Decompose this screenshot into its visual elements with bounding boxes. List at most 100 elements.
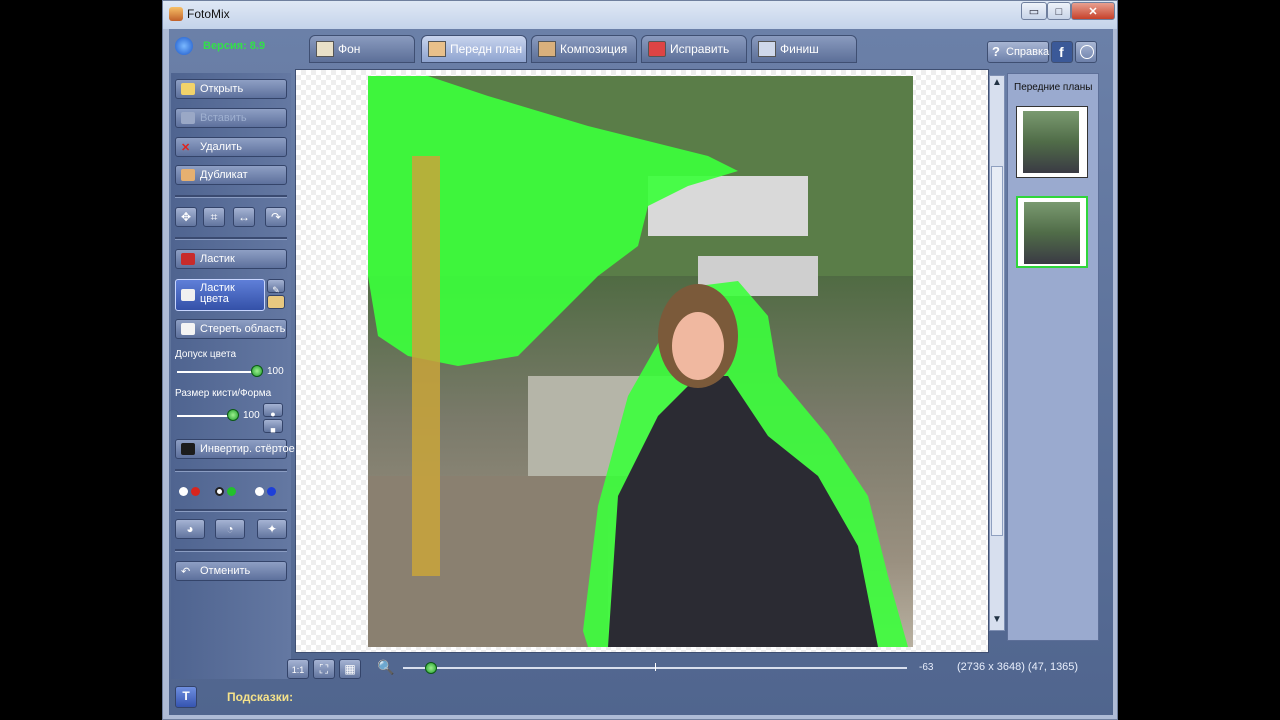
eraser-icon — [181, 253, 195, 265]
color-wheel-button-2[interactable]: ◔ — [215, 519, 245, 539]
image-canvas[interactable] — [295, 69, 989, 653]
paste-icon — [181, 112, 195, 124]
web-button[interactable] — [1075, 41, 1097, 63]
question-icon: ? — [992, 44, 1000, 59]
brush-size-label: Размер кисти/Форма — [175, 388, 272, 399]
vertical-scrollbar[interactable]: ▲ ▼ — [989, 75, 1005, 631]
eraser-button[interactable]: Ластик — [175, 249, 287, 269]
open-button[interactable]: Открыть — [175, 79, 287, 99]
radio-blue-icon[interactable] — [255, 487, 264, 496]
picker-mode-button[interactable]: ✎ — [267, 279, 285, 295]
facebook-button[interactable]: f — [1051, 41, 1073, 63]
divider — [175, 549, 287, 552]
flip-tool-button[interactable]: ↔ — [233, 207, 255, 227]
scroll-up-icon[interactable]: ▲ — [991, 77, 1003, 91]
version-icon — [175, 37, 193, 55]
tab-label: Исправить — [670, 42, 730, 56]
tab-foreground[interactable]: Передн план — [421, 35, 527, 63]
tolerance-value: 100 — [267, 366, 284, 377]
divider — [175, 195, 287, 198]
color-wheel-icon: ◕ — [186, 522, 194, 536]
zoom-magnifier-icon: 🔍 — [377, 659, 395, 675]
photo-illustration — [368, 76, 913, 647]
undo-label: Отменить — [200, 565, 251, 577]
brush-slider-knob[interactable] — [227, 409, 239, 421]
invert-icon — [181, 443, 195, 455]
foreground-thumbnail-selected[interactable] — [1016, 196, 1088, 268]
folder-icon — [181, 83, 195, 95]
foregrounds-panel: Передние планы — [1007, 73, 1099, 641]
finish-tab-icon — [758, 41, 776, 57]
maximize-button[interactable]: □ — [1047, 2, 1071, 20]
blue-color-icon — [267, 487, 276, 496]
minimize-button[interactable]: ▭ — [1021, 2, 1047, 20]
tab-label: Фон — [338, 42, 361, 56]
erase-area-button[interactable]: Стереть область — [175, 319, 287, 339]
tolerance-slider-knob[interactable] — [251, 365, 263, 377]
brush-size-value: 100 — [243, 410, 260, 421]
delete-button[interactable]: ✕ Удалить — [175, 137, 287, 157]
divider — [175, 469, 287, 472]
zoom-1to1-button[interactable]: 1:1 — [287, 659, 309, 679]
version-label: Версия: 8.9 — [203, 40, 266, 52]
invert-erased-button[interactable]: Инвертир. стёртое — [175, 439, 295, 459]
divider — [175, 509, 287, 512]
app-logo-icon — [169, 7, 183, 21]
hints-toggle-button[interactable]: T — [175, 686, 197, 708]
tab-background[interactable]: Фон — [309, 35, 415, 63]
color-eraser-button[interactable]: Ластик цвета — [175, 279, 265, 311]
foreground-photo[interactable] — [368, 76, 913, 647]
brush-square-button[interactable]: ■ — [263, 419, 283, 435]
undo-button[interactable]: ↶ Отменить — [175, 561, 287, 581]
zoom-1to1-label: 1:1 — [291, 665, 305, 675]
thumbnail-image — [1024, 202, 1080, 264]
rotate-tool-button[interactable]: ↷ — [265, 207, 287, 227]
crop-tool-button[interactable]: ⌗ — [203, 207, 225, 227]
scroll-down-icon[interactable]: ▼ — [991, 614, 1003, 628]
square-shape-icon: ■ — [270, 425, 276, 435]
facebook-icon: f — [1059, 44, 1064, 60]
divider — [175, 237, 287, 240]
rotate-icon: ↷ — [270, 210, 282, 224]
color-mode-button[interactable] — [267, 295, 285, 309]
help-button[interactable]: ? Справка — [987, 41, 1049, 63]
radio-green-icon[interactable] — [215, 487, 224, 496]
brush-round-button[interactable]: ● — [263, 403, 283, 419]
tab-label: Композиция — [560, 42, 628, 56]
app-window: FotoMix ▭ □ ✕ Версия: 8.9 Фон Передн пла… — [162, 0, 1118, 720]
composition-tab-icon — [538, 41, 556, 57]
tab-fix[interactable]: Исправить — [641, 35, 747, 63]
open-label: Открыть — [200, 83, 244, 95]
flip-icon: ↔ — [238, 210, 250, 224]
erase-area-icon — [181, 323, 195, 335]
tolerance-slider-track[interactable] — [177, 371, 261, 373]
eraser-label: Ластик — [200, 253, 235, 265]
background-tab-icon — [316, 41, 334, 57]
color-wheel-button-1[interactable]: ◕ — [175, 519, 205, 539]
hints-bar: T Подсказки: — [169, 684, 1113, 712]
image-info: (2736 x 3648) (47, 1365) — [957, 661, 1079, 673]
thumbnail-image — [1023, 111, 1079, 173]
scroll-thumb[interactable] — [991, 166, 1003, 536]
magic-wand-icon: ✦ — [266, 522, 278, 536]
tolerance-label: Допуск цвета — [175, 349, 237, 360]
bottom-toolbar: 1:1 ⛶ ▦ 🔍 -63 (2736 x 3648) (47, 1365) — [169, 657, 1113, 681]
duplicate-button[interactable]: Дубликат — [175, 165, 287, 185]
grid-button[interactable]: ▦ — [339, 659, 361, 679]
close-button[interactable]: ✕ — [1071, 2, 1115, 20]
zoom-slider-knob[interactable] — [425, 662, 437, 674]
brush-tab-icon — [648, 41, 666, 57]
tab-composition[interactable]: Композиция — [531, 35, 637, 63]
magic-wand-button[interactable]: ✦ — [257, 519, 287, 539]
fit-window-button[interactable]: ⛶ — [313, 659, 335, 679]
paste-button[interactable]: Вставить — [175, 108, 287, 128]
foreground-thumbnail[interactable] — [1016, 106, 1088, 178]
radio-red-icon[interactable] — [179, 487, 188, 496]
delete-icon: ✕ — [181, 142, 191, 154]
invert-label: Инвертир. стёртое — [200, 443, 295, 455]
color-wheel-icon: ◔ — [226, 522, 234, 536]
zoom-slider-tick — [655, 663, 656, 671]
move-tool-button[interactable]: ✥ — [175, 207, 197, 227]
tab-finish[interactable]: Финиш — [751, 35, 857, 63]
picker-icon: ✎ — [272, 285, 280, 295]
